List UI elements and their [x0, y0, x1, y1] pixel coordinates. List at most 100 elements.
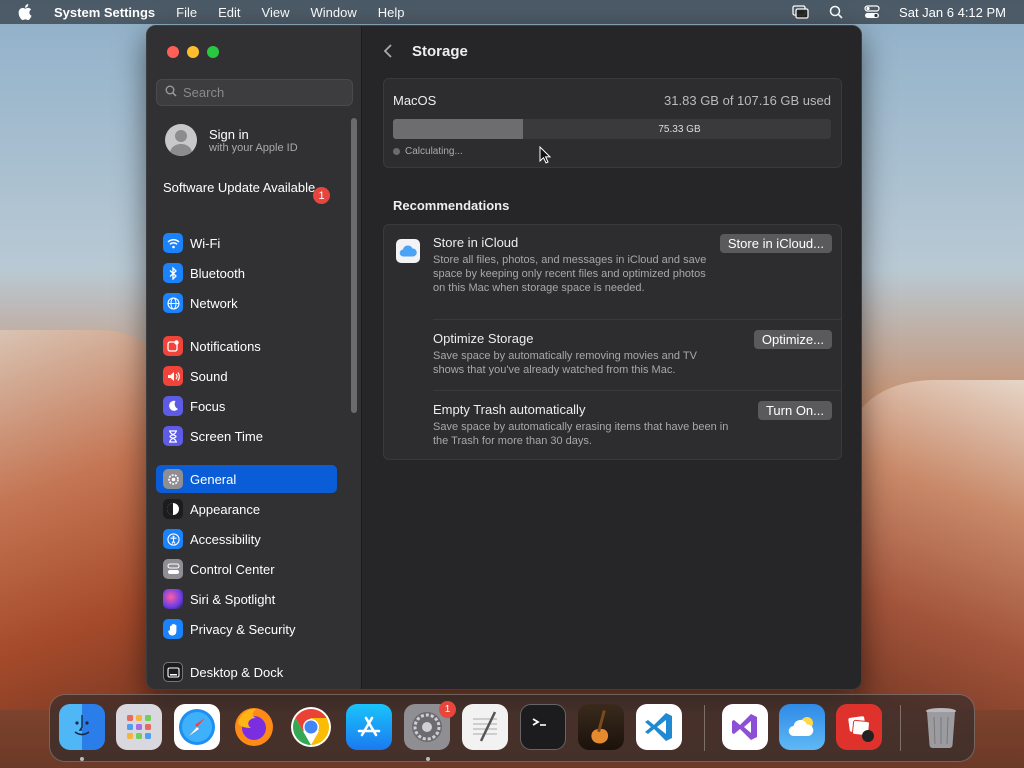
sidebar-item-siri-spotlight[interactable]: Siri & Spotlight — [156, 585, 337, 613]
sidebar-item-control-center[interactable]: Control Center — [156, 555, 337, 583]
sidebar-item-label: Privacy & Security — [190, 621, 296, 637]
weather-icon[interactable] — [779, 704, 825, 750]
storage-pane: Storage MacOS 31.83 GB of 107.16 GB used… — [363, 26, 861, 689]
volume-name: MacOS — [393, 93, 437, 108]
software-update-item[interactable]: Software Update Available — [163, 180, 333, 196]
minimize-window-button[interactable] — [187, 46, 199, 58]
sidebar-item-label: Notifications — [190, 338, 261, 354]
sidebar-item-label: Screen Time — [190, 428, 263, 444]
garageband-icon[interactable] — [578, 704, 624, 750]
recommendation-optimize: Optimize Storage Save space by automatic… — [384, 320, 841, 390]
photo-booth-icon[interactable] — [836, 704, 882, 750]
running-indicator — [426, 757, 430, 761]
optimize-button[interactable]: Optimize... — [753, 330, 832, 349]
sidebar-item-label: General — [190, 471, 237, 487]
sidebar-item-notifications[interactable]: Notifications — [156, 332, 337, 360]
sidebar-item-wifi[interactable]: Wi-Fi — [156, 229, 337, 257]
storage-usage-card: MacOS 31.83 GB of 107.16 GB used 75.33 G… — [383, 78, 842, 168]
speaker-icon — [163, 366, 183, 386]
desktop-wallpaper-right — [854, 380, 1024, 710]
dock-icon — [163, 662, 183, 682]
signin-title: Sign in — [209, 126, 249, 142]
menu-help[interactable]: Help — [378, 5, 405, 20]
store-in-icloud-button[interactable]: Store in iCloud... — [719, 234, 832, 253]
sidebar-item-sound[interactable]: Sound — [156, 362, 337, 390]
menu-view[interactable]: View — [262, 5, 290, 20]
textedit-icon[interactable] — [462, 704, 508, 750]
sidebar-scrollbar[interactable] — [351, 118, 357, 413]
sidebar-item-network[interactable]: Network — [156, 289, 337, 317]
menu-window[interactable]: Window — [310, 5, 356, 20]
launchpad-icon[interactable] — [116, 704, 162, 750]
app-store-icon[interactable] — [346, 704, 392, 750]
system-settings-window: Sign in with your Apple ID Software Upda… — [146, 25, 862, 690]
recommendations-card: Store in iCloud Store all files, photos,… — [383, 224, 842, 460]
close-window-button[interactable] — [167, 46, 179, 58]
sidebar-item-appearance[interactable]: Appearance — [156, 495, 337, 523]
vscode-icon[interactable] — [636, 704, 682, 750]
dock-separator — [704, 705, 705, 751]
visual-studio-icon[interactable] — [722, 704, 768, 750]
recommendation-empty-trash: Empty Trash automatically Save space by … — [384, 391, 841, 459]
storage-bar: 75.33 GB — [393, 119, 831, 139]
firefox-icon[interactable] — [231, 704, 277, 750]
trash-icon[interactable] — [918, 704, 964, 750]
back-chevron-icon[interactable] — [383, 43, 397, 59]
recommendation-description: Store all files, photos, and messages in… — [433, 254, 707, 294]
terminal-icon[interactable] — [520, 704, 566, 750]
sidebar-item-label: Sound — [190, 368, 228, 384]
status-dot-icon — [393, 148, 400, 155]
sidebar-item-label: Focus — [190, 398, 226, 414]
control-center-icon[interactable] — [863, 5, 881, 19]
dock-separator — [900, 705, 901, 751]
safari-icon[interactable] — [174, 704, 220, 750]
search-field[interactable] — [156, 79, 353, 106]
sidebar-item-general[interactable]: General — [156, 465, 337, 493]
finder-icon[interactable] — [59, 704, 105, 750]
dock: 1 — [49, 694, 975, 762]
accessibility-icon — [163, 529, 183, 549]
storage-free-label: 75.33 GB — [658, 123, 701, 135]
recommendation-title: Empty Trash automatically — [433, 402, 586, 417]
recommendation-description: Save space by automatically removing mov… — [433, 350, 697, 376]
sidebar-item-bluetooth[interactable]: Bluetooth — [156, 259, 337, 287]
window-controls — [167, 46, 219, 58]
sidebar-item-screen-time[interactable]: Screen Time — [156, 422, 337, 450]
running-indicator — [80, 757, 84, 761]
bluetooth-icon — [163, 263, 183, 283]
search-input[interactable] — [183, 85, 343, 100]
screen-mirroring-icon[interactable] — [791, 5, 809, 19]
globe-icon — [163, 293, 183, 313]
menu-clock[interactable]: Sat Jan 6 4:12 PM — [899, 5, 1006, 20]
sidebar-item-label: Network — [190, 295, 238, 311]
system-settings-badge: 1 — [439, 701, 456, 718]
sidebar-item-label: Appearance — [190, 501, 261, 517]
apple-menu-icon[interactable] — [18, 4, 36, 20]
moon-icon — [163, 396, 183, 416]
sidebar-item-label: Bluetooth — [190, 265, 245, 281]
sidebar-item-desktop-dock[interactable]: Desktop & Dock — [156, 658, 337, 686]
sidebar-item-label: Wi-Fi — [190, 235, 221, 251]
sidebar-item-accessibility[interactable]: Accessibility — [156, 525, 337, 553]
spotlight-search-icon[interactable] — [827, 5, 845, 19]
sidebar-item-label: Accessibility — [190, 531, 261, 547]
icloud-icon — [396, 239, 420, 263]
search-icon — [165, 84, 177, 102]
recommendation-title: Optimize Storage — [433, 331, 534, 346]
sidebar-item-label: Siri & Spotlight — [190, 591, 276, 607]
chrome-icon[interactable] — [288, 704, 334, 750]
menu-file[interactable]: File — [176, 5, 197, 20]
recommendation-icloud: Store in iCloud Store all files, photos,… — [384, 225, 841, 319]
software-update-badge: 1 — [313, 187, 330, 204]
menu-edit[interactable]: Edit — [218, 5, 240, 20]
menu-app-name[interactable]: System Settings — [54, 5, 155, 20]
zoom-window-button[interactable] — [207, 46, 219, 58]
avatar — [165, 124, 197, 156]
recommendation-title: Store in iCloud — [433, 235, 519, 250]
turn-on-button[interactable]: Turn On... — [757, 401, 832, 420]
apple-id-signin[interactable]: Sign in with your Apple ID — [165, 124, 298, 156]
sidebar-item-focus[interactable]: Focus — [156, 392, 337, 420]
siri-icon — [163, 589, 183, 609]
sidebar-item-privacy-security[interactable]: Privacy & Security — [156, 615, 337, 643]
calculating-label: Calculating... — [405, 146, 463, 157]
